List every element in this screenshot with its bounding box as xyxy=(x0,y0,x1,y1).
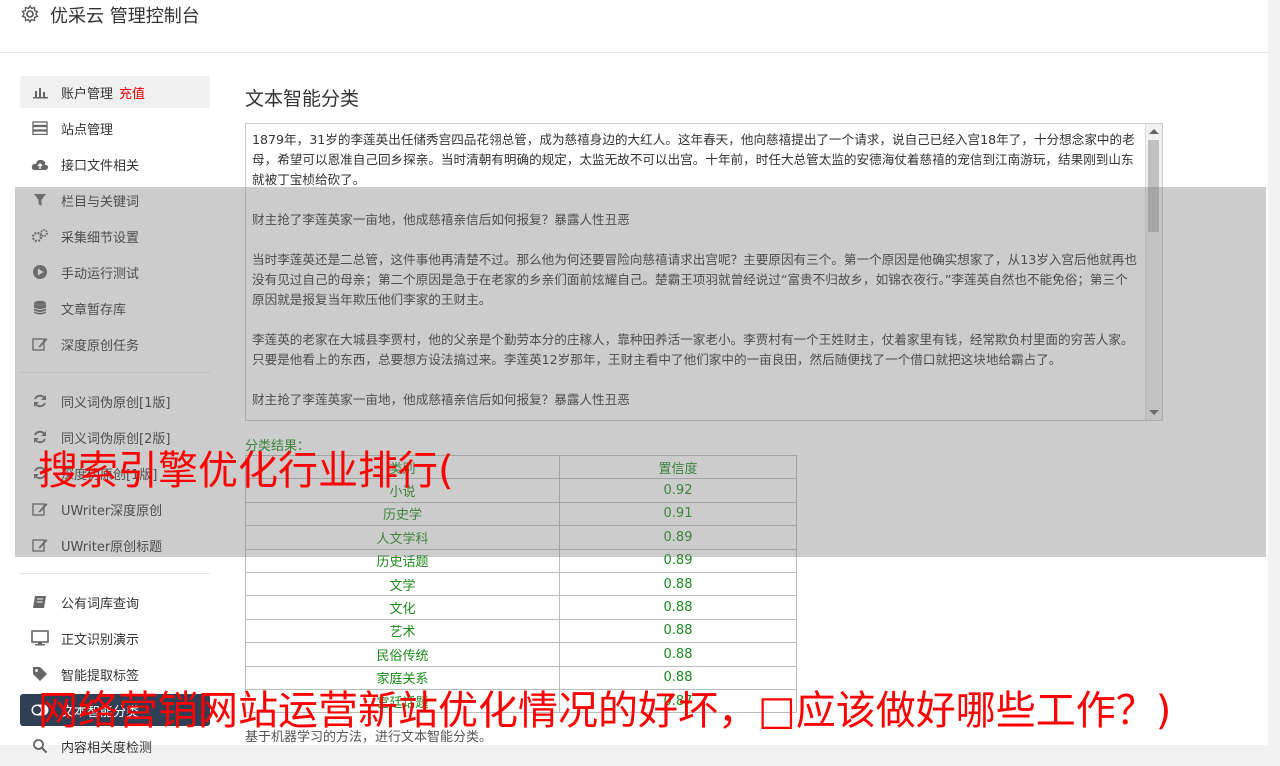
overlay-headline-1: 搜索引擎优化行业排行( xyxy=(38,448,454,494)
cloud-upload-icon xyxy=(31,155,49,173)
sidebar-item-label: 智能提取标签 xyxy=(61,668,140,684)
sidebar-item-label: 内容相关度检测 xyxy=(61,740,153,756)
page-scrollbar[interactable] xyxy=(1268,0,1280,745)
overlay-headline-2: 网络营销网站运营新站优化情况的好坏，□应该做好哪些工作？) xyxy=(38,688,1172,734)
sidebar-item-label: 正文识别演示 xyxy=(61,632,140,648)
bar-chart-icon xyxy=(31,83,49,101)
sidebar-item-label: 接口文件相关 xyxy=(61,158,140,174)
book-icon xyxy=(31,593,49,611)
console-title: 优采云 管理控制台 xyxy=(50,6,200,27)
sidebar-divider xyxy=(20,573,210,574)
table-row: 文学 0.88 xyxy=(245,571,798,597)
page-title: 文本智能分类 xyxy=(245,88,360,110)
sidebar-item-label: 站点管理 xyxy=(61,122,114,138)
table-row: 民俗传统 0.88 xyxy=(245,642,798,667)
confidence-cell: 0.88 xyxy=(558,618,798,644)
search-icon xyxy=(31,737,49,755)
sidebar-item-api-files[interactable]: 接口文件相关 xyxy=(20,148,210,180)
server-icon xyxy=(31,119,49,137)
category-cell: 文学 xyxy=(245,571,560,597)
table-row: 艺术 0.88 xyxy=(245,618,798,644)
table-row: 文化 0.88 xyxy=(245,595,798,620)
top-bar: 优采云 管理控制台 xyxy=(0,0,1268,53)
monitor-icon xyxy=(31,629,49,647)
confidence-cell: 0.88 xyxy=(558,571,798,597)
overlay-band xyxy=(15,187,1266,557)
gear-icon xyxy=(20,4,40,24)
tag-icon xyxy=(31,665,49,683)
sidebar-item-account[interactable]: 账户管理 充值 xyxy=(20,76,210,108)
sidebar-item-public-lexicon[interactable]: 公有词库查询 xyxy=(20,586,210,618)
sidebar-item-label: 公有词库查询 xyxy=(61,596,140,612)
sidebar-item-label: 账户管理 xyxy=(61,86,114,102)
confidence-cell: 0.88 xyxy=(558,595,798,620)
confidence-cell: 0.88 xyxy=(558,642,798,667)
category-cell: 民俗传统 xyxy=(245,642,560,667)
sidebar-item-sites[interactable]: 站点管理 xyxy=(20,112,210,144)
scroll-up-icon[interactable] xyxy=(1149,129,1159,134)
category-cell: 艺术 xyxy=(245,618,560,644)
sidebar-item-body-recognition[interactable]: 正文识别演示 xyxy=(20,622,210,654)
recharge-link[interactable]: 充值 xyxy=(119,83,145,102)
category-cell: 文化 xyxy=(245,595,560,620)
